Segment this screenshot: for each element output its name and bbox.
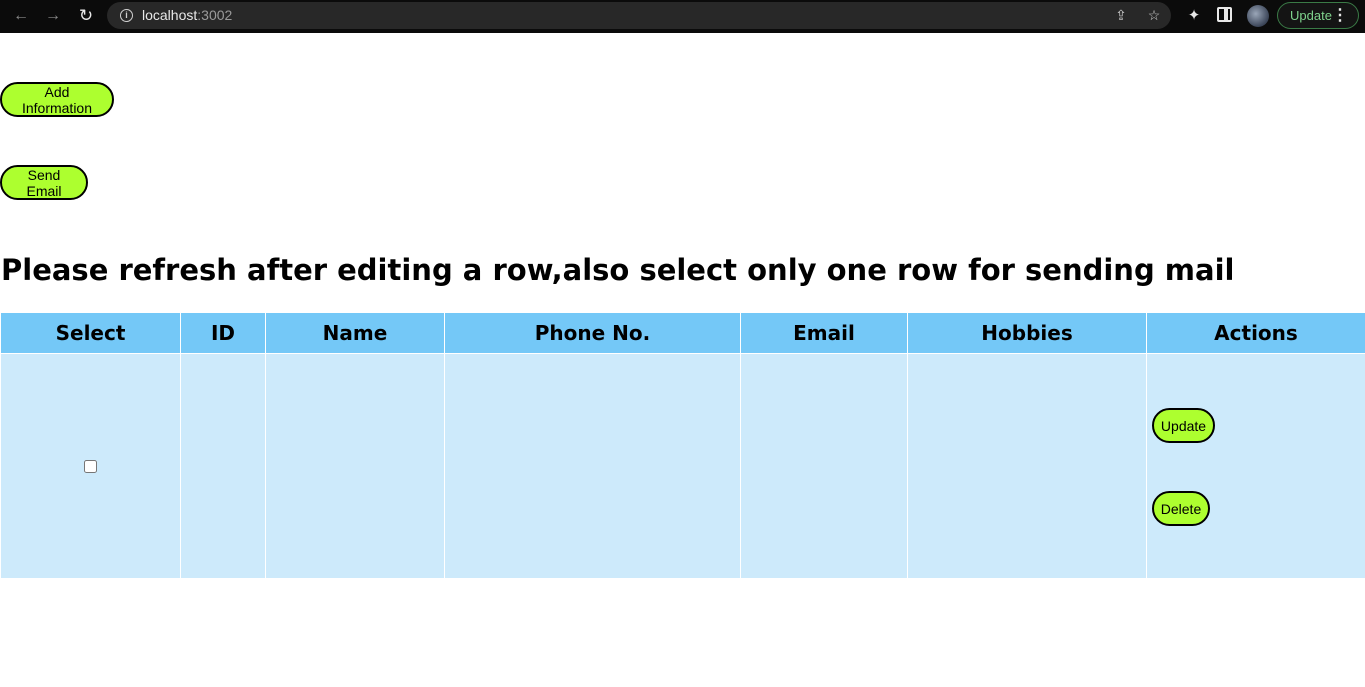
- add-information-button[interactable]: Add Information: [0, 82, 114, 117]
- row-update-button[interactable]: Update: [1152, 408, 1215, 443]
- header-phone: Phone No.: [444, 312, 741, 354]
- records-table: Select ID Name Phone No. Email Hobbies A…: [0, 312, 1365, 579]
- page-content: Add Information Send Email Please refres…: [0, 33, 1365, 687]
- header-name: Name: [265, 312, 445, 354]
- cell-phone: [444, 353, 741, 579]
- profile-avatar[interactable]: [1247, 5, 1269, 27]
- row-select-checkbox[interactable]: [84, 460, 97, 473]
- header-id: ID: [180, 312, 266, 354]
- url-text[interactable]: localhost:3002: [142, 7, 232, 23]
- extensions-puzzle-icon[interactable]: ✦: [1184, 6, 1204, 26]
- header-email: Email: [740, 312, 908, 354]
- site-info-icon[interactable]: i: [120, 9, 133, 22]
- browser-toolbar: ← → ↻ i localhost:3002 ⇪ ☆ ✦ Update ⋮: [0, 0, 1365, 33]
- side-panel-icon[interactable]: [1217, 7, 1232, 22]
- header-actions: Actions: [1146, 312, 1365, 354]
- cell-name: [265, 353, 445, 579]
- cell-id: [180, 353, 266, 579]
- cell-hobbies: [907, 353, 1147, 579]
- address-bar[interactable]: i localhost:3002 ⇪ ☆: [107, 2, 1171, 29]
- table-row: Update Delete: [0, 353, 1365, 579]
- forward-arrow-icon[interactable]: →: [42, 5, 64, 27]
- send-email-button[interactable]: Send Email: [0, 165, 88, 200]
- header-hobbies: Hobbies: [907, 312, 1147, 354]
- row-delete-button[interactable]: Delete: [1152, 491, 1210, 526]
- url-host: localhost: [142, 7, 198, 23]
- menu-dots-icon[interactable]: ⋮: [1332, 6, 1348, 26]
- browser-update-button[interactable]: Update ⋮: [1277, 2, 1359, 29]
- browser-update-label: Update: [1290, 8, 1332, 23]
- cell-select: [0, 353, 181, 579]
- page-notice-heading: Please refresh after editing a row,also …: [1, 253, 1235, 287]
- url-port: :3002: [197, 7, 233, 23]
- share-icon[interactable]: ⇪: [1112, 6, 1130, 24]
- back-arrow-icon[interactable]: ←: [10, 5, 32, 27]
- cell-email: [740, 353, 908, 579]
- reload-icon[interactable]: ↻: [75, 5, 97, 27]
- table-header-row: Select ID Name Phone No. Email Hobbies A…: [0, 312, 1365, 354]
- bookmark-star-icon[interactable]: ☆: [1145, 6, 1163, 24]
- header-select: Select: [0, 312, 181, 354]
- cell-actions: Update Delete: [1146, 353, 1365, 579]
